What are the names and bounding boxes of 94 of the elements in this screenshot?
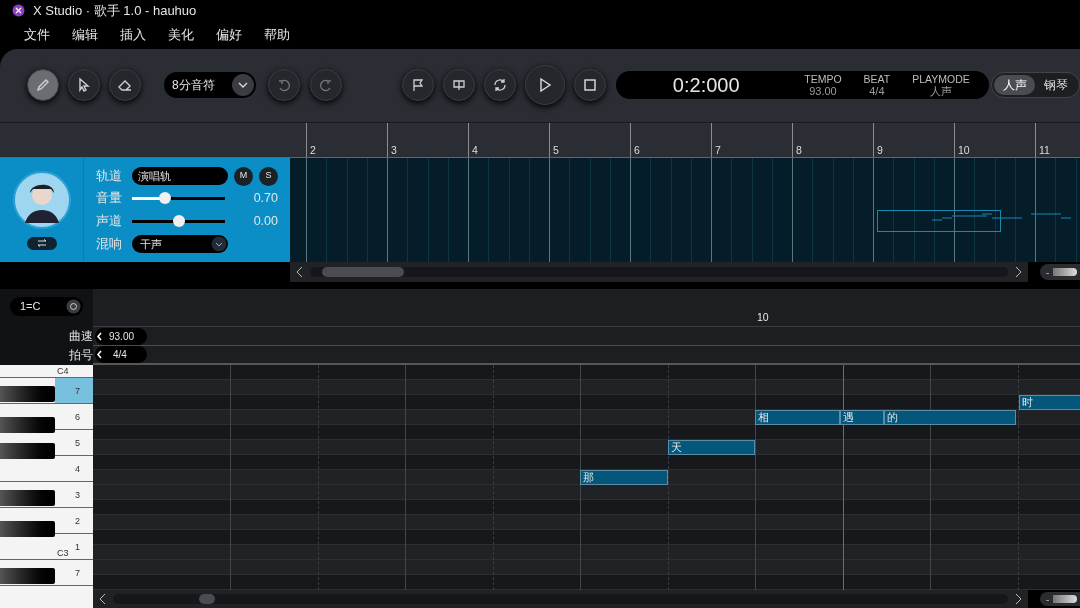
readout-label: TEMPO — [804, 73, 842, 86]
bar-number: 9 — [877, 142, 883, 158]
undo-button[interactable] — [268, 69, 301, 102]
bar-number: 7 — [715, 142, 721, 158]
slider-reading: 0.00 — [252, 213, 278, 231]
readout-label: PLAYMODE — [912, 73, 970, 86]
scale-degree: 7 — [75, 385, 80, 398]
octave-label: C3 — [57, 546, 69, 560]
readout-value: 93.00 — [809, 85, 837, 98]
sharp-key[interactable] — [0, 568, 55, 584]
sharp-key[interactable] — [0, 417, 55, 433]
bar-number: 10 — [757, 310, 769, 325]
slider-thumb[interactable] — [158, 192, 171, 205]
scale-degree: 2 — [75, 515, 80, 528]
track-name-field[interactable]: 演唱轨 — [132, 167, 228, 185]
scale-degree: 4 — [75, 463, 80, 476]
swap-button[interactable] — [26, 236, 57, 250]
settings-icon — [66, 299, 81, 314]
redo-button[interactable] — [310, 69, 343, 102]
tempo-field[interactable]: 93.00 — [95, 327, 147, 345]
reverb-dropdown[interactable]: 干声 — [132, 235, 228, 254]
sharp-key[interactable] — [0, 443, 55, 459]
mode-option[interactable]: 人声 — [993, 75, 1036, 96]
stop-icon — [584, 79, 597, 92]
scale-degree: 5 — [75, 437, 80, 450]
stop-button[interactable] — [574, 69, 607, 102]
bar-number: 3 — [391, 142, 397, 158]
sharp-key[interactable] — [0, 490, 55, 506]
slider-reading: 0.70 — [252, 190, 278, 208]
chevron-down-icon — [238, 82, 249, 89]
track-name-label: 轨道 — [96, 167, 123, 185]
beat-label: 拍号 — [69, 347, 93, 364]
menu-item[interactable]: 文件 — [24, 26, 50, 45]
time-signature-field[interactable]: 4/4 — [95, 346, 147, 363]
marker-button[interactable] — [402, 69, 435, 102]
menu-item[interactable]: 编辑 — [72, 26, 98, 45]
zoom-slider[interactable]: - — [1040, 264, 1080, 281]
mute-button[interactable]: M — [234, 166, 253, 186]
note-length-dropdown[interactable]: 8分音符 — [164, 72, 257, 99]
tool-button[interactable] — [27, 69, 59, 102]
menu-item[interactable]: 偏好 — [216, 26, 242, 45]
zoom-slider[interactable]: - — [1040, 592, 1080, 606]
key-selector[interactable]: 1=C — [10, 297, 83, 316]
bar-number: 2 — [310, 142, 316, 158]
scale-degree: 1 — [75, 541, 80, 554]
avatar — [12, 170, 71, 229]
note-block[interactable]: 遇 — [840, 410, 884, 425]
sharp-key[interactable] — [0, 521, 55, 537]
reverb-label: 混响 — [96, 235, 123, 253]
menu-item[interactable]: 插入 — [120, 26, 146, 45]
readout-value: 4/4 — [869, 85, 885, 98]
tempo-label: 曲速 — [69, 328, 93, 345]
scrollbar-thumb[interactable] — [322, 267, 404, 278]
loop-button[interactable] — [484, 69, 517, 102]
bar-number: 10 — [958, 142, 970, 158]
app-logo-icon — [12, 4, 25, 18]
bar-number: 11 — [1039, 142, 1050, 158]
mode-option[interactable]: 钢琴 — [1035, 75, 1077, 96]
bar-number: 5 — [553, 142, 559, 158]
readout-label: BEAT — [863, 73, 891, 86]
play-button[interactable] — [525, 65, 566, 106]
swap-icon — [36, 239, 47, 248]
scale-degree: 6 — [75, 411, 80, 424]
slider-thumb[interactable] — [172, 215, 185, 227]
note-block[interactable]: 天 — [668, 440, 755, 455]
repeat-icon — [492, 77, 509, 94]
time-readout: 0:2:000 — [671, 73, 741, 99]
menu-item[interactable]: 美化 — [168, 26, 194, 45]
scrollbar-thumb[interactable] — [199, 594, 215, 604]
note-block[interactable]: 那 — [580, 470, 668, 485]
tool-button[interactable] — [109, 69, 141, 102]
bar-number: 8 — [796, 142, 802, 158]
pencil-icon — [35, 77, 51, 94]
sharp-key[interactable] — [0, 386, 55, 402]
slider-label: 音量 — [96, 190, 123, 208]
menu-item[interactable]: 帮助 — [264, 26, 290, 45]
bar-number: 6 — [634, 142, 640, 158]
note-block[interactable]: 时 — [1019, 395, 1080, 410]
window-title: X Studio · 歌手 1.0 - hauhuo — [33, 2, 197, 21]
piano-key[interactable]: 7 — [55, 378, 93, 403]
note-block[interactable]: 的 — [884, 410, 1016, 425]
chevron-down-icon — [211, 236, 227, 253]
slider-label: 声道 — [96, 213, 123, 231]
note-block[interactable]: 相 — [755, 410, 840, 425]
readout-value: 人声 — [930, 85, 952, 98]
undo-icon — [276, 77, 293, 94]
scale-degree: 7 — [75, 567, 80, 580]
loop-region-button[interactable] — [443, 69, 476, 102]
pointer-icon — [76, 77, 92, 94]
octave-label: C4 — [57, 365, 69, 378]
scale-degree: 3 — [75, 489, 80, 502]
tool-button[interactable] — [68, 69, 100, 102]
solo-button[interactable]: S — [259, 166, 278, 186]
bar-number: 4 — [472, 142, 478, 158]
